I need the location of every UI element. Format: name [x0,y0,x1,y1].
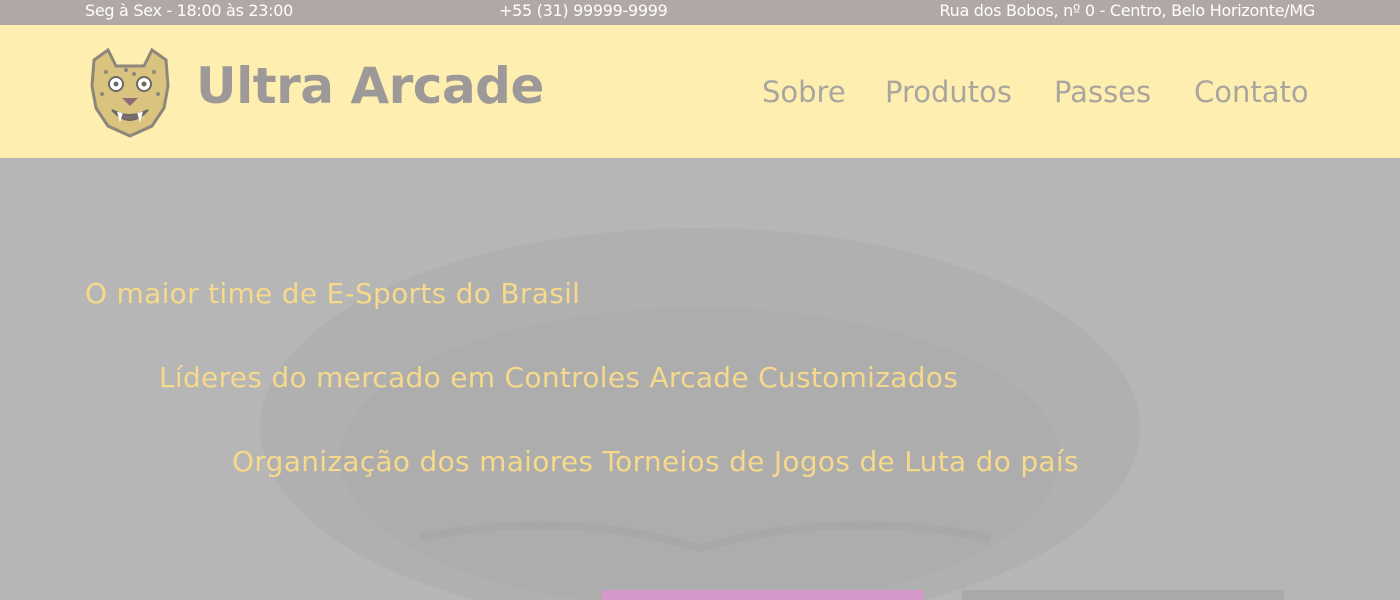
nav-link-passes[interactable]: Passes [1054,75,1151,109]
top-info-bar: Seg à Sex - 18:00 às 23:00 +55 (31) 9999… [0,0,1400,25]
product-card-image[interactable] [602,590,924,600]
main-nav: Sobre Produtos Passes Contato [0,75,1400,115]
hero-tagline-2: Líderes do mercado em Controles Arcade C… [159,361,959,394]
hero-tagline-1: O maior time de E-Sports do Brasil [85,277,581,310]
site-header: Ultra Arcade Sobre Produtos Passes Conta… [0,25,1400,158]
product-card-image[interactable] [962,590,1284,600]
hero-tagline-3: Organização dos maiores Torneios de Jogo… [232,445,1079,478]
address: Rua dos Bobos, nº 0 - Centro, Belo Horiz… [939,1,1316,20]
phone-number[interactable]: +55 (31) 99999-9999 [499,1,668,20]
opening-hours: Seg à Sex - 18:00 às 23:00 [85,1,293,20]
nav-link-produtos[interactable]: Produtos [885,75,1012,109]
nav-link-sobre[interactable]: Sobre [762,75,846,109]
hero-section: O maior time de E-Sports do Brasil Líder… [0,158,1400,600]
nav-link-contato[interactable]: Contato [1194,75,1309,109]
